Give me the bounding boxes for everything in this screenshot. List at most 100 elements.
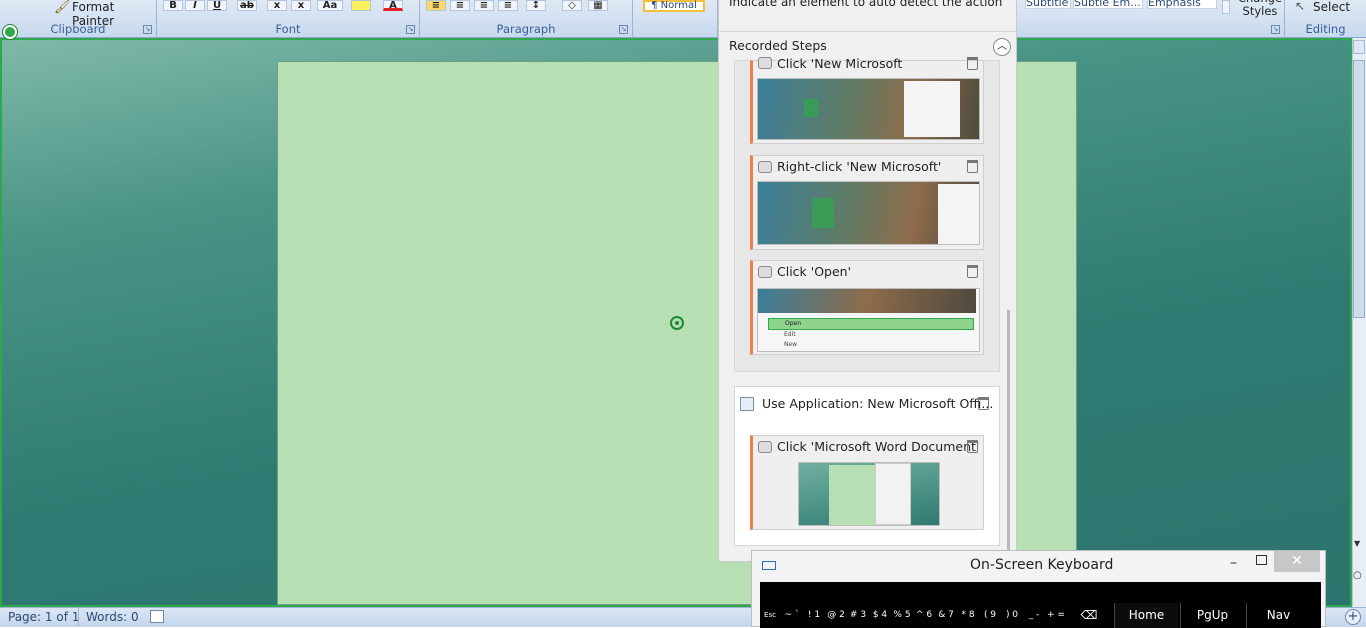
ruler-toggle-icon[interactable] <box>1353 40 1365 54</box>
step-title: Click 'New Microsoft <box>777 56 903 71</box>
key-6[interactable]: ^ 6 <box>914 603 934 628</box>
highlight-icon[interactable] <box>351 0 371 11</box>
thumbnail-window <box>938 184 979 244</box>
key-9[interactable]: ( 9 <box>980 603 1000 628</box>
key-0[interactable]: ) 0 <box>1002 603 1022 628</box>
key-pgup[interactable]: PgUp <box>1180 603 1244 628</box>
word-count[interactable]: Words: 0 <box>86 610 139 624</box>
keyboard-title: On-Screen Keyboard <box>970 557 1114 573</box>
application-window-icon <box>740 397 754 411</box>
styles-group-left: ¶ Normal <box>633 0 718 38</box>
key-esc[interactable]: Esc <box>760 603 780 628</box>
key-3[interactable]: # 3 <box>848 603 868 628</box>
application-scope-title[interactable]: Use Application: New Microsoft Offi... <box>762 396 993 411</box>
thumbnail-highlight <box>812 198 834 228</box>
key-1[interactable]: ! 1 <box>804 603 824 628</box>
thumbnail-menu-edit: Edit <box>784 331 796 338</box>
step-screenshot-thumbnail <box>757 181 980 245</box>
bold-button[interactable]: B <box>163 0 183 11</box>
panel-divider <box>719 31 1016 32</box>
font-group: B I U ab x x Aa A Font ↘ <box>157 0 420 38</box>
key-8[interactable]: * 8 <box>958 603 978 628</box>
click-action-icon <box>758 266 772 278</box>
delete-icon[interactable] <box>967 265 978 278</box>
key-equals[interactable]: + = <box>1046 603 1066 628</box>
scrollbar-thumb[interactable] <box>1353 60 1365 318</box>
delete-icon[interactable] <box>967 160 978 173</box>
key-minus[interactable]: _ - <box>1024 603 1044 628</box>
editing-label: Editing <box>1305 22 1346 36</box>
thumbnail-panel <box>875 463 911 525</box>
scroll-down-icon[interactable]: ▼ <box>1354 539 1360 548</box>
panel-scrollbar-thumb[interactable] <box>1007 310 1010 550</box>
zoom-in-icon[interactable]: + <box>1345 609 1361 625</box>
minimize-icon[interactable]: – <box>1230 555 1237 571</box>
style-subtitle[interactable]: Subtitle <box>1025 0 1071 9</box>
align-right-button[interactable]: ≡ <box>474 0 494 11</box>
delete-icon[interactable] <box>967 440 978 453</box>
page-count[interactable]: Page: 1 of 1 <box>8 610 79 624</box>
step-card[interactable]: Click 'Microsoft Word Document' <box>750 435 984 530</box>
key-nav[interactable]: Nav <box>1246 603 1310 628</box>
key-backtick[interactable]: ~ ` <box>782 603 802 628</box>
key-backspace[interactable]: ⌫ <box>1068 603 1110 628</box>
keyboard-keys: Esc ~ ` ! 1 @ 2 # 3 $ 4 % 5 ^ 6 & 7 * 8 … <box>760 582 1321 628</box>
click-action-icon <box>758 441 772 453</box>
keyboard-icon <box>762 561 776 570</box>
style-subtle-emphasis[interactable]: Subtle Em... <box>1073 0 1143 9</box>
style-normal[interactable]: ¶ Normal <box>643 0 705 12</box>
delete-icon[interactable] <box>967 57 978 70</box>
strikethrough-button[interactable]: ab <box>237 0 257 11</box>
align-center-button[interactable]: ≡ <box>450 0 470 11</box>
crosshair-target-icon <box>670 316 684 330</box>
subscript-button[interactable]: x <box>267 0 287 11</box>
key-home[interactable]: Home <box>1114 603 1178 628</box>
italic-button[interactable]: I <box>185 0 205 11</box>
delete-icon[interactable] <box>978 397 989 410</box>
close-button[interactable]: ✕ <box>1274 551 1320 572</box>
clipboard-launcher-icon[interactable]: ↘ <box>143 25 152 34</box>
line-spacing-button[interactable]: ↕ <box>526 0 546 11</box>
superscript-button[interactable]: x <box>291 0 311 11</box>
change-styles-button[interactable]: Change Styles <box>1237 0 1283 18</box>
step-card[interactable]: Right-click 'New Microsoft' <box>750 155 984 250</box>
key-5[interactable]: % 5 <box>892 603 912 628</box>
font-color-icon[interactable]: A <box>383 0 403 11</box>
proofing-icon[interactable] <box>150 610 164 623</box>
borders-button[interactable]: ▦ <box>588 0 608 11</box>
step-card[interactable]: Click 'Open' Open Edit New <box>750 260 984 355</box>
thumbnail-menu-new: New <box>784 341 798 348</box>
thumbnail-window <box>904 81 960 137</box>
recorded-steps-heading: Recorded Steps <box>729 38 827 53</box>
select-button[interactable]: Select <box>1313 0 1350 14</box>
font-label: Font <box>275 22 301 36</box>
clipboard-label: Clipboard <box>50 22 106 36</box>
select-cursor-icon: ↖ <box>1295 0 1306 13</box>
on-screen-keyboard: On-Screen Keyboard – ✕ Esc ~ ` ! 1 @ 2 #… <box>751 550 1326 628</box>
selection-target-icon[interactable] <box>3 25 17 39</box>
style-emphasis[interactable]: Emphasis <box>1147 0 1217 9</box>
paragraph-launcher-icon[interactable]: ↘ <box>619 25 628 34</box>
underline-button[interactable]: U <box>207 0 227 11</box>
maximize-icon[interactable] <box>1256 555 1267 565</box>
font-launcher-icon[interactable]: ↘ <box>406 25 415 34</box>
styles-group-right: Subtitle Subtle Em... Emphasis Change St… <box>1017 0 1285 38</box>
justify-button[interactable]: ≡ <box>498 0 518 11</box>
change-case-button[interactable]: Aa <box>317 0 343 11</box>
thumbnail-desktop <box>758 289 976 313</box>
key-7[interactable]: & 7 <box>936 603 956 628</box>
thumbnail-highlight <box>804 99 818 117</box>
align-left-button[interactable]: ≡ <box>426 0 446 11</box>
browse-object-icon[interactable]: ○ <box>1353 570 1362 581</box>
shading-button[interactable]: ◇ <box>562 0 582 11</box>
step-screenshot-thumbnail <box>798 462 940 526</box>
step-card[interactable]: Click 'New Microsoft <box>750 56 984 144</box>
styles-launcher-icon[interactable]: ↘ <box>1271 25 1280 34</box>
step-title: Click 'Microsoft Word Document' <box>777 439 980 454</box>
collapse-chevron-icon[interactable]: ︿ <box>993 38 1011 56</box>
key-2[interactable]: @ 2 <box>826 603 846 628</box>
styles-more-button[interactable] <box>1222 0 1230 14</box>
key-4[interactable]: $ 4 <box>870 603 890 628</box>
paragraph-group: ≡ ≡ ≡ ≡ ↕ ◇ ▦ Paragraph ↘ <box>420 0 633 38</box>
clipboard-group: 🖌 Format Painter Clipboard ↘ <box>0 0 157 38</box>
